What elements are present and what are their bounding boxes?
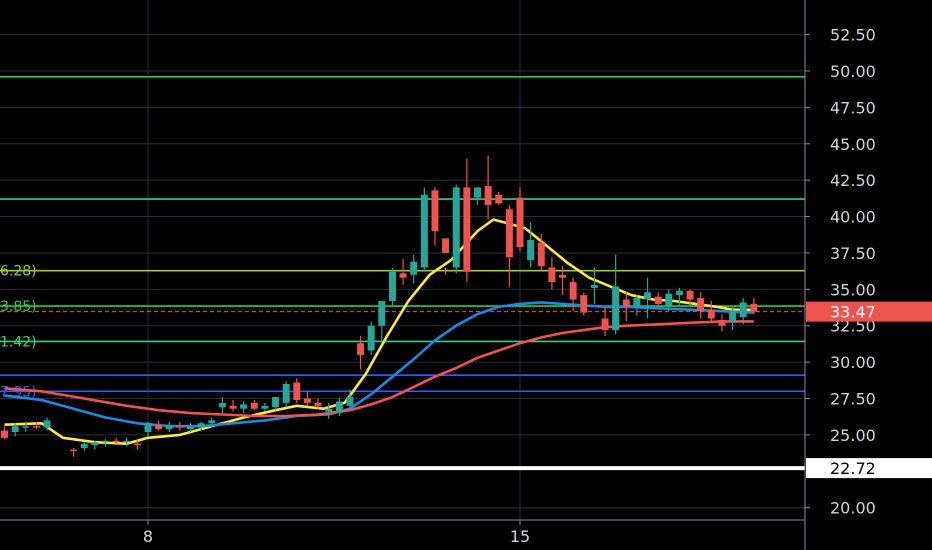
candle-body (399, 273, 407, 278)
axis-tick-label: 42.50 (830, 171, 876, 190)
candle-body (686, 290, 694, 300)
candle-body (750, 303, 758, 312)
candle-body (91, 442, 99, 446)
time-axis-label: 15 (510, 527, 530, 546)
candle-body (484, 185, 492, 205)
candle-body (388, 271, 396, 301)
candle-body (80, 443, 88, 449)
candle-body (32, 426, 40, 428)
low-price-tag-label: 22.72 (830, 459, 876, 478)
candle-body (644, 292, 652, 300)
candle-body (229, 405, 237, 409)
axis-tick-label: 35.00 (830, 280, 876, 299)
axis-tick-label: 25.00 (830, 426, 876, 445)
candle-body (197, 423, 205, 428)
candle-body (325, 408, 333, 412)
candle-body (176, 426, 184, 428)
candle-body (208, 420, 216, 424)
candle-body (123, 440, 131, 443)
candle-body (272, 397, 280, 408)
candle-body (282, 383, 290, 403)
candle-body (675, 290, 683, 296)
candle-body (442, 238, 450, 253)
candle (367, 321, 375, 355)
candle-body (707, 309, 715, 319)
candle-body (410, 261, 418, 275)
axis-tick-label: 30.00 (830, 353, 876, 372)
candle-body (516, 197, 524, 248)
candle-body (473, 187, 481, 198)
axis-tick-label: 47.50 (830, 98, 876, 117)
candle-body (303, 398, 311, 403)
candle-body (112, 440, 120, 443)
time-axis-label: 8 (143, 527, 153, 546)
candle-body (293, 382, 301, 400)
candle-body (187, 426, 195, 430)
candle-body (633, 298, 641, 307)
candle-body (654, 296, 662, 304)
current-price-tag-label: 33.47 (830, 303, 876, 322)
candle-body (452, 187, 460, 268)
axis-tick-label: 37.50 (830, 244, 876, 263)
candle-body (559, 274, 567, 278)
level-label: 1.42) (0, 334, 37, 350)
axis-tick-label: 45.00 (830, 135, 876, 154)
candle-body (665, 293, 673, 306)
candle-body (11, 426, 19, 433)
candle-body (357, 343, 365, 355)
candle-body (43, 420, 51, 428)
axis-tick-label: 52.50 (830, 26, 876, 45)
candlestick-chart[interactable]: 6.28)3.85)1.42)7.95) 52.5050.0047.5045.0… (0, 0, 932, 550)
candle-body (697, 298, 705, 312)
candle-body (240, 404, 248, 409)
axis-tick-label: 27.50 (830, 390, 876, 409)
candle-body (718, 319, 726, 326)
candle-body (133, 443, 141, 446)
candle-body (367, 325, 375, 351)
candle (580, 292, 588, 316)
candle-body (22, 426, 30, 428)
candle-body (70, 449, 78, 451)
candle (452, 184, 460, 274)
candle-body (580, 295, 588, 313)
candle-body (144, 423, 152, 433)
candle-body (378, 300, 386, 326)
candle-body (346, 397, 354, 406)
candle-body (729, 311, 737, 322)
candle-body (590, 284, 598, 288)
candle-body (261, 405, 269, 409)
candle-body (739, 302, 747, 317)
axis-tick-label: 50.00 (830, 62, 876, 81)
price-axis: 52.50 50.00 47.50 45.00 42.50 40.00 37.50 35.00… (804, 0, 932, 550)
candle-body (548, 267, 556, 283)
candle-body (335, 401, 343, 414)
candle-body (537, 242, 545, 267)
candle-body (601, 318, 609, 331)
candle-body (431, 190, 439, 232)
candle-body (314, 402, 322, 406)
candle (420, 187, 428, 272)
level-label: 3.85) (0, 299, 37, 315)
candle-body (165, 424, 173, 430)
level-label: 6.28) (0, 264, 37, 280)
candle (388, 267, 396, 307)
candle-body (250, 402, 258, 409)
candle-body (1, 430, 9, 438)
candle-body (569, 282, 577, 300)
candle-body (505, 209, 513, 258)
candle-body (218, 402, 226, 408)
candle-body (463, 187, 471, 272)
candle-body (612, 286, 620, 331)
candle-body (622, 299, 630, 307)
axis-tick-label: 40.00 (830, 208, 876, 227)
candle-body (527, 239, 535, 261)
candle-body (155, 424, 163, 430)
candle-body (495, 194, 503, 204)
axis-tick-label: 20.00 (830, 499, 876, 518)
candle-body (101, 440, 109, 443)
candle-body (420, 194, 428, 268)
